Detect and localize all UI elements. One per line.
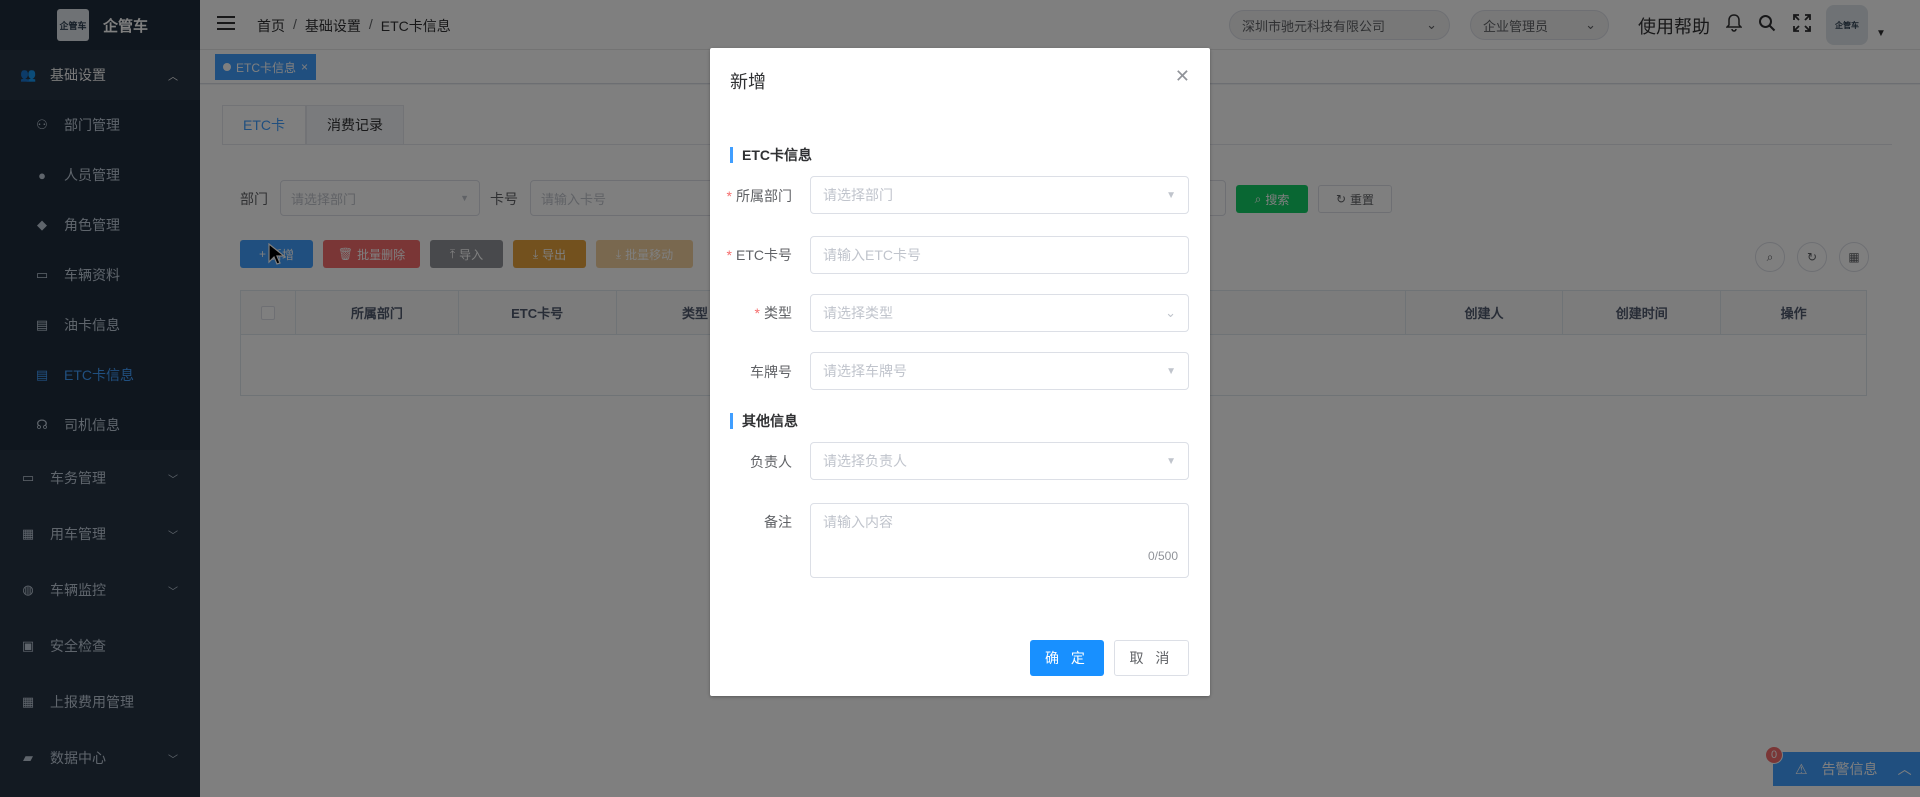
type-label: * 类型 bbox=[754, 305, 792, 321]
section-other-info: 其他信息 bbox=[730, 413, 798, 429]
remark-label: 备注 bbox=[764, 514, 792, 530]
chevron-down-icon: ⌄ bbox=[1165, 305, 1176, 320]
owner-select[interactable]: 请选择负责人 ▼ bbox=[810, 442, 1189, 480]
caret-down-icon: ▼ bbox=[1166, 455, 1176, 467]
plate-select[interactable]: 请选择车牌号 ▼ bbox=[810, 352, 1189, 390]
plate-label: 车牌号 bbox=[750, 364, 792, 380]
owner-placeholder: 请选择负责人 bbox=[823, 453, 907, 469]
owner-label: 负责人 bbox=[750, 454, 792, 470]
close-icon[interactable]: ✕ bbox=[1175, 66, 1190, 87]
dept-label: * 所属部门 bbox=[726, 188, 792, 204]
etc-placeholder: 请输入ETC卡号 bbox=[823, 247, 921, 263]
dept-placeholder: 请选择部门 bbox=[823, 187, 893, 203]
section-etc-info: ETC卡信息 bbox=[730, 147, 812, 163]
caret-down-icon: ▼ bbox=[1166, 189, 1176, 201]
remark-char-count: 0/500 bbox=[1147, 549, 1178, 563]
dialog-title: 新增 bbox=[730, 72, 766, 92]
remark-placeholder: 请输入内容 bbox=[823, 514, 893, 530]
dept-select[interactable]: 请选择部门 ▼ bbox=[810, 176, 1189, 214]
caret-down-icon: ▼ bbox=[1166, 365, 1176, 377]
cancel-button[interactable]: 取 消 bbox=[1114, 640, 1189, 676]
plate-placeholder: 请选择车牌号 bbox=[823, 363, 907, 379]
type-select[interactable]: 请选择类型 ⌄ bbox=[810, 294, 1189, 332]
remark-textarea[interactable]: 请输入内容 0/500 bbox=[810, 503, 1189, 578]
type-placeholder: 请选择类型 bbox=[823, 305, 893, 321]
etc-label: * ETC卡号 bbox=[726, 247, 792, 263]
confirm-button[interactable]: 确 定 bbox=[1030, 640, 1104, 676]
add-dialog: 新增 ✕ ETC卡信息 * 所属部门 请选择部门 ▼ * ETC卡号 请输入ETC卡… bbox=[710, 48, 1210, 696]
etc-number-input[interactable]: 请输入ETC卡号 bbox=[810, 236, 1189, 274]
